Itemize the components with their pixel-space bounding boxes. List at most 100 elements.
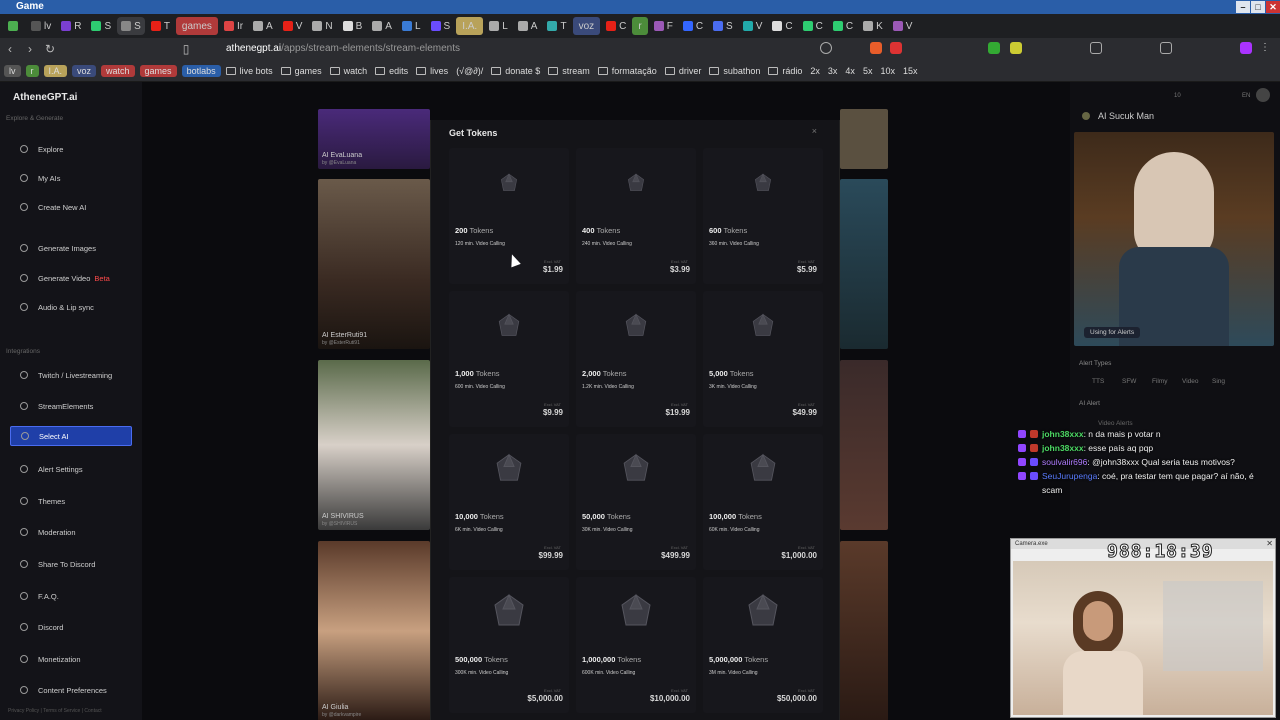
browser-tab[interactable]: V bbox=[739, 17, 767, 35]
bookmark-item[interactable]: edits bbox=[375, 66, 408, 76]
footer-links[interactable]: Privacy Policy | Terms of Service | Cont… bbox=[8, 708, 102, 714]
browser-tab[interactable]: r bbox=[632, 17, 648, 35]
sidebar-item[interactable]: Content Preferences bbox=[10, 680, 132, 700]
url-field[interactable]: athenegpt.ai/apps/stream-elements/stream… bbox=[200, 41, 920, 57]
bookmark-item[interactable]: 5x bbox=[863, 66, 873, 76]
token-package-card[interactable]: 500,000 Tokens 300K min. Video Calling Exc… bbox=[449, 577, 569, 713]
bookmark-item[interactable]: 3x bbox=[828, 66, 838, 76]
sidebar-item[interactable]: Twitch / Livestreaming bbox=[10, 365, 132, 385]
browser-tab[interactable]: V bbox=[279, 17, 307, 35]
browser-tab[interactable]: N bbox=[308, 17, 336, 35]
back-icon[interactable]: ‹ bbox=[0, 42, 20, 56]
alert-type-toggle[interactable]: SFW bbox=[1122, 378, 1136, 385]
browser-tab[interactable]: games bbox=[175, 17, 218, 35]
bookmark-item[interactable]: I.A. bbox=[43, 64, 68, 77]
alert-type-toggle[interactable]: Filmy bbox=[1152, 378, 1168, 385]
browser-tab[interactable]: S bbox=[427, 17, 455, 35]
alert-type-toggle[interactable]: Sing bbox=[1212, 378, 1225, 385]
alert-type-toggle[interactable]: TTS bbox=[1092, 378, 1104, 385]
sidebar-item[interactable]: Audio & Lip sync bbox=[10, 297, 132, 317]
extension-icon[interactable] bbox=[1240, 42, 1252, 54]
sidebar-item[interactable]: Monetization bbox=[10, 649, 132, 669]
bookmark-item[interactable]: 2x bbox=[810, 66, 820, 76]
close-window-button[interactable]: ✕ bbox=[1266, 1, 1280, 13]
bookmark-item[interactable]: 15x bbox=[903, 66, 918, 76]
bookmark-item[interactable]: r bbox=[25, 64, 39, 77]
browser-tab[interactable]: lv bbox=[27, 17, 55, 35]
browser-tab[interactable]: C bbox=[829, 17, 857, 35]
close-icon[interactable]: ✕ bbox=[1266, 539, 1273, 548]
bookmark-item[interactable]: stream bbox=[548, 66, 590, 76]
alert-icon[interactable] bbox=[890, 42, 902, 54]
browser-tab[interactable]: C bbox=[768, 17, 796, 35]
zoom-icon[interactable] bbox=[820, 42, 832, 54]
browser-tab[interactable]: F bbox=[650, 17, 677, 35]
token-package-card[interactable]: 5,000 Tokens 3K min. Video Calling Excl. V… bbox=[703, 291, 823, 427]
ai-card[interactable]: AI SHIVIRUS by @SHIVIRUS bbox=[318, 360, 430, 530]
extension-icon[interactable] bbox=[1010, 42, 1022, 54]
video-alerts-select[interactable]: Video Alerts bbox=[1098, 420, 1133, 427]
bookmark-item[interactable]: subathon bbox=[709, 66, 760, 76]
extension-icon[interactable] bbox=[988, 42, 1000, 54]
bookmark-icon[interactable]: ▯ bbox=[176, 42, 196, 56]
bookmark-item[interactable]: formatação bbox=[597, 66, 657, 76]
ai-card[interactable]: AI EsterRuti91 by @EsterRuti91 bbox=[318, 179, 430, 349]
sidebar-item[interactable]: Alert Settings bbox=[10, 459, 132, 479]
sidebar-item[interactable]: F.A.Q. bbox=[10, 586, 132, 606]
browser-tab[interactable]: V bbox=[889, 17, 917, 35]
browser-tab[interactable]: K bbox=[859, 17, 887, 35]
browser-tab[interactable]: A bbox=[368, 17, 396, 35]
reload-icon[interactable]: ↻ bbox=[40, 42, 60, 56]
ai-card[interactable]: AI Giulia by @darkvampire bbox=[318, 541, 430, 720]
token-package-card[interactable]: 400 Tokens 240 min. Video Calling Excl. VA… bbox=[576, 148, 696, 284]
sidebar-item[interactable]: Explore bbox=[10, 139, 132, 159]
browser-tab[interactable]: S bbox=[87, 17, 115, 35]
bookmark-item[interactable]: 10x bbox=[880, 66, 895, 76]
ai-card[interactable]: AI EvaLuana by @EvaLuana bbox=[318, 109, 430, 169]
ai-card[interactable] bbox=[840, 541, 888, 720]
browser-tab[interactable]: voz bbox=[572, 17, 601, 35]
browser-tab[interactable]: S bbox=[709, 17, 737, 35]
browser-tab[interactable]: C bbox=[602, 17, 630, 35]
bookmark-item[interactable]: lv bbox=[4, 64, 21, 77]
bookmark-item[interactable]: 4x bbox=[845, 66, 855, 76]
sidebar-item[interactable]: Generate Images bbox=[10, 238, 132, 258]
sidebar-item[interactable]: My AIs bbox=[10, 168, 132, 188]
sidebar-item[interactable]: Generate Video Beta bbox=[10, 268, 132, 288]
token-package-card[interactable]: 50,000 Tokens 30K min. Video Calling Excl.… bbox=[576, 434, 696, 570]
browser-tab[interactable]: C bbox=[799, 17, 827, 35]
browser-tab[interactable]: I.A. bbox=[456, 17, 484, 35]
avatar[interactable] bbox=[1256, 88, 1270, 102]
browser-tab[interactable]: R bbox=[57, 17, 85, 35]
bookmark-item[interactable]: donate $ bbox=[491, 66, 540, 76]
sidebar-item[interactable]: StreamElements bbox=[10, 396, 132, 416]
token-package-card[interactable]: 2,000 Tokens 1.2K min. Video Calling Excl.… bbox=[576, 291, 696, 427]
ai-card[interactable] bbox=[840, 109, 888, 169]
browser-tab[interactable]: A bbox=[249, 17, 277, 35]
token-package-card[interactable]: 5,000,000 Tokens 3M min. Video Calling Exc… bbox=[703, 577, 823, 713]
maximize-button[interactable]: □ bbox=[1251, 1, 1265, 13]
browser-tab[interactable]: T bbox=[147, 17, 174, 35]
bookmark-item[interactable]: rádio bbox=[768, 66, 802, 76]
browser-tab[interactable]: T bbox=[543, 17, 570, 35]
token-package-card[interactable]: 1,000,000 Tokens 600K min. Video Calling E… bbox=[576, 577, 696, 713]
alert-type-toggle[interactable]: Video bbox=[1182, 378, 1199, 385]
sidebar-item[interactable]: Select AI bbox=[10, 426, 132, 446]
minimize-button[interactable]: – bbox=[1236, 1, 1250, 13]
close-icon[interactable]: × bbox=[812, 126, 817, 136]
sidebar-item[interactable]: Themes bbox=[10, 491, 132, 511]
bookmark-item[interactable]: live bots bbox=[225, 66, 273, 76]
bookmark-item[interactable]: games bbox=[280, 66, 322, 76]
browser-tab[interactable]: S bbox=[117, 17, 145, 35]
ai-card[interactable] bbox=[840, 179, 888, 349]
browser-tab[interactable]: C bbox=[679, 17, 707, 35]
bookmark-item[interactable]: games bbox=[139, 64, 177, 77]
token-package-card[interactable]: 1,000 Tokens 600 min. Video Calling Excl. … bbox=[449, 291, 569, 427]
sidebar-item[interactable]: Discord bbox=[10, 617, 132, 637]
token-package-card[interactable]: 600 Tokens 360 min. Video Calling Excl. VA… bbox=[703, 148, 823, 284]
bookmark-item[interactable]: lives bbox=[416, 66, 448, 76]
sidebar-icon[interactable] bbox=[1160, 42, 1172, 54]
token-package-card[interactable]: 10,000 Tokens 6K min. Video Calling Excl. … bbox=[449, 434, 569, 570]
bookmark-item[interactable]: (√@∂)/ bbox=[456, 66, 483, 76]
browser-tab[interactable] bbox=[4, 17, 25, 35]
